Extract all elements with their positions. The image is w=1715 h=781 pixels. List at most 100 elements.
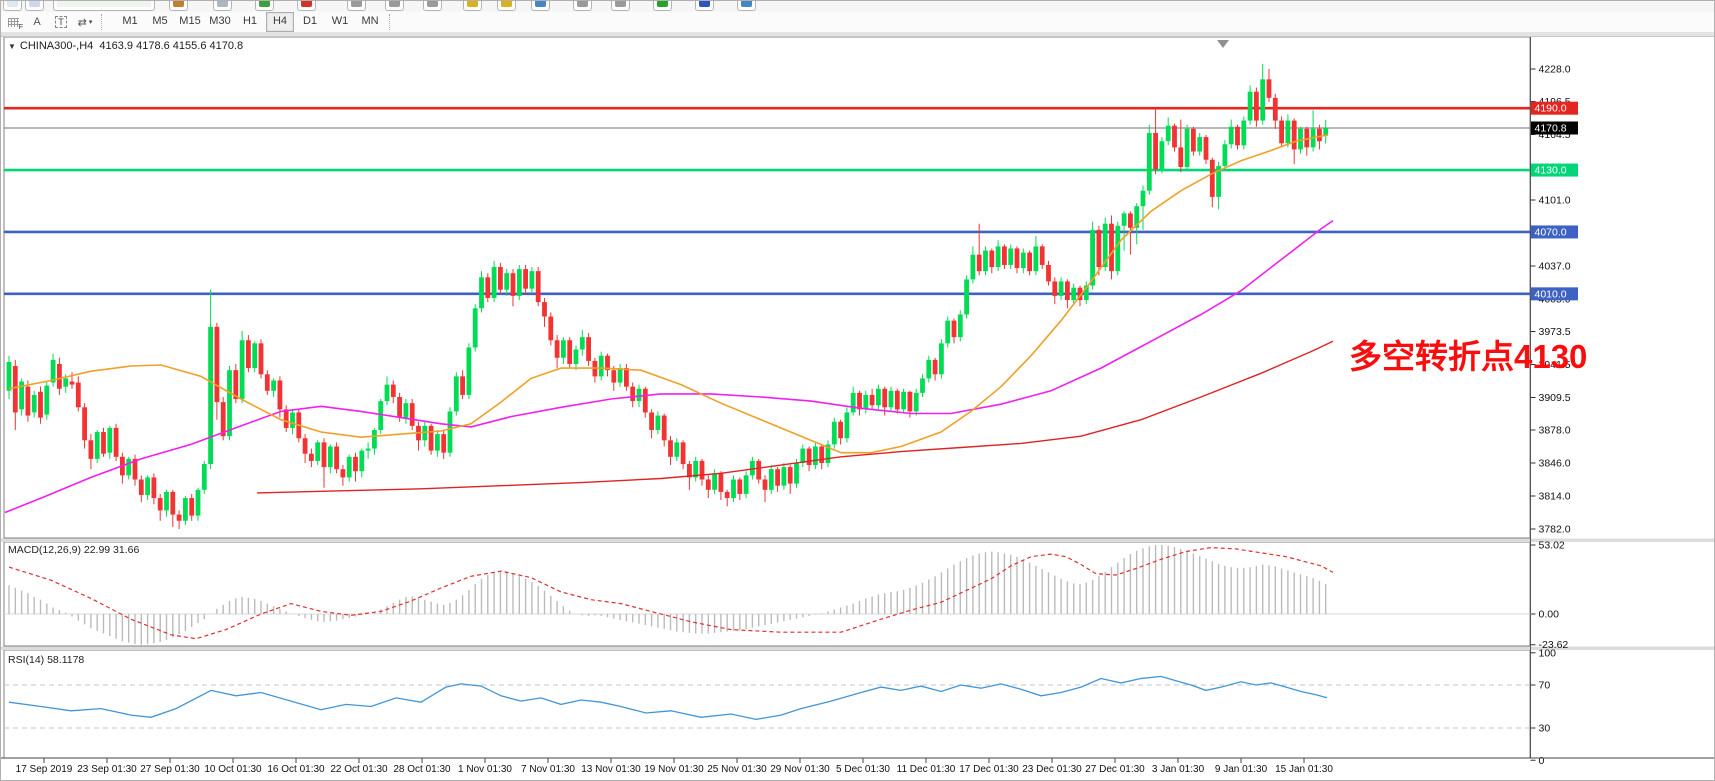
new-order-button[interactable]	[53, 1, 155, 11]
candle-down	[895, 391, 900, 410]
collapse-triangle-icon[interactable]: ▼	[8, 42, 16, 51]
candle-up	[252, 343, 257, 368]
new-chart-icon[interactable]	[3, 1, 22, 11]
rsi-panel[interactable]	[4, 650, 1530, 758]
candle-up	[1071, 288, 1076, 300]
autoscroll-icon[interactable]	[347, 1, 366, 11]
time-tick-label: 11 Dec 01:30	[897, 764, 956, 775]
refresh-icon[interactable]	[695, 1, 714, 11]
timeframe-button-m1[interactable]: M1	[116, 12, 144, 32]
candle-up	[813, 446, 818, 465]
candle-up	[1260, 79, 1265, 120]
toolbar-separator	[101, 14, 103, 30]
candle-down	[838, 422, 843, 439]
price-tick-label: 4228.0	[1539, 64, 1571, 76]
candle-down	[89, 440, 94, 459]
chart-shift-icon[interactable]	[385, 1, 404, 11]
candle-up	[1147, 133, 1152, 191]
timeframe-button-mn[interactable]: MN	[356, 12, 384, 32]
candle-down	[511, 273, 516, 296]
candle-up	[769, 469, 774, 490]
timeframe-button-d1[interactable]: D1	[296, 12, 324, 32]
candle-up	[958, 314, 963, 337]
time-tick-label: 29 Nov 01:30	[770, 764, 830, 775]
stop-icon[interactable]	[297, 1, 316, 11]
autoscroll-icon-glyph	[351, 1, 362, 7]
candle-up	[467, 347, 472, 394]
time-tick-label: 17 Sep 2019	[16, 764, 73, 775]
candle-up	[1059, 281, 1064, 295]
price-tick-label: 3814.0	[1539, 490, 1571, 502]
macd-tick-label: 53.02	[1539, 539, 1565, 551]
time-tick-label: 17 Dec 01:30	[959, 764, 1019, 775]
candle-down	[303, 438, 308, 453]
candle-up	[964, 279, 969, 314]
candle-down	[177, 515, 182, 521]
timeframe-button-h4[interactable]: H4	[266, 12, 294, 32]
candle-down	[1273, 98, 1278, 121]
candle-down	[1015, 248, 1020, 268]
hshift2-icon[interactable]	[611, 1, 630, 11]
rsi-tick-label: 70	[1539, 680, 1551, 692]
time-tick-label: 22 Oct 01:30	[330, 764, 388, 775]
candle-up	[1115, 226, 1120, 271]
label-tool-icon[interactable]: T	[49, 13, 73, 31]
templates-icon[interactable]	[213, 1, 232, 11]
time-tick-label: 15 Jan 01:30	[1275, 764, 1333, 775]
candle-up	[492, 267, 497, 298]
autotrading-icon[interactable]	[255, 1, 274, 11]
candle-down	[668, 440, 673, 457]
candle-up	[164, 492, 169, 511]
candle-down	[114, 428, 119, 457]
pencil-icon[interactable]	[463, 1, 482, 11]
hshift1-icon[interactable]	[573, 1, 592, 11]
candle-up	[479, 277, 484, 308]
candle-down	[548, 317, 553, 341]
candle-down	[952, 321, 957, 338]
grid-icon[interactable]	[531, 1, 550, 11]
text-tool-icon[interactable]: A	[25, 13, 49, 31]
candle-up	[448, 411, 453, 452]
chevron-down-icon[interactable]: ▾	[89, 18, 93, 26]
time-tick-label: 28 Oct 01:30	[393, 764, 451, 775]
candle-down	[139, 479, 144, 494]
hshift2-icon-glyph	[615, 1, 626, 7]
templates-icon-glyph	[217, 1, 228, 7]
timeframe-button-m5[interactable]: M5	[146, 12, 174, 32]
candle-down	[700, 461, 705, 480]
timeframe-button-w1[interactable]: W1	[326, 12, 354, 32]
candle-up	[372, 430, 377, 449]
candle-up	[1229, 127, 1234, 145]
chart-title: ▼CHINA300-,H4 4163.9 4178.6 4155.6 4170.…	[8, 40, 243, 52]
chart-canvas[interactable]: 4228.04196.54164.54133.04101.04069.04037…	[1, 1, 1715, 781]
indicators-icon[interactable]	[169, 1, 188, 11]
main-chart-panel[interactable]	[4, 37, 1530, 538]
fibonacci-tool-icon[interactable]: F	[1, 13, 25, 31]
time-tick-label: 13 Nov 01:30	[581, 764, 641, 775]
timeframe-button-m15[interactable]: M15	[176, 12, 204, 32]
panel-splitter[interactable]	[1, 539, 1715, 543]
panel-splitter[interactable]	[1, 647, 1715, 651]
candle-down	[460, 376, 465, 395]
timeframe-button-h1[interactable]: H1	[236, 12, 264, 32]
chart-columns-icon-glyph	[741, 1, 752, 7]
timeframe-button-m30[interactable]: M30	[206, 12, 234, 32]
price-tick-label: 3782.0	[1539, 523, 1571, 535]
price-badge-4190.0-text: 4190.0	[1535, 103, 1567, 115]
arrows-tool-icon[interactable]: ⇄▾	[73, 13, 97, 31]
time-tick-label: 1 Nov 01:30	[458, 764, 512, 775]
candle-up	[504, 273, 509, 290]
add-indicator-icon[interactable]	[653, 1, 672, 11]
toolbar-line-studies: F A T ⇄▾ M1M5M15M30H1H4D1W1MN	[1, 12, 1715, 32]
pencil2-icon[interactable]	[497, 1, 516, 11]
candle-down	[536, 271, 541, 302]
chart-columns-icon[interactable]	[737, 1, 756, 11]
candle-up	[971, 255, 976, 280]
candle-up	[851, 393, 856, 413]
candle-down	[26, 387, 31, 416]
candle-down	[870, 395, 875, 405]
zoom-in-icon[interactable]	[423, 1, 442, 11]
autotrading-icon-glyph	[259, 1, 270, 7]
zoom-icon[interactable]	[25, 1, 44, 11]
candle-up	[996, 246, 1001, 267]
